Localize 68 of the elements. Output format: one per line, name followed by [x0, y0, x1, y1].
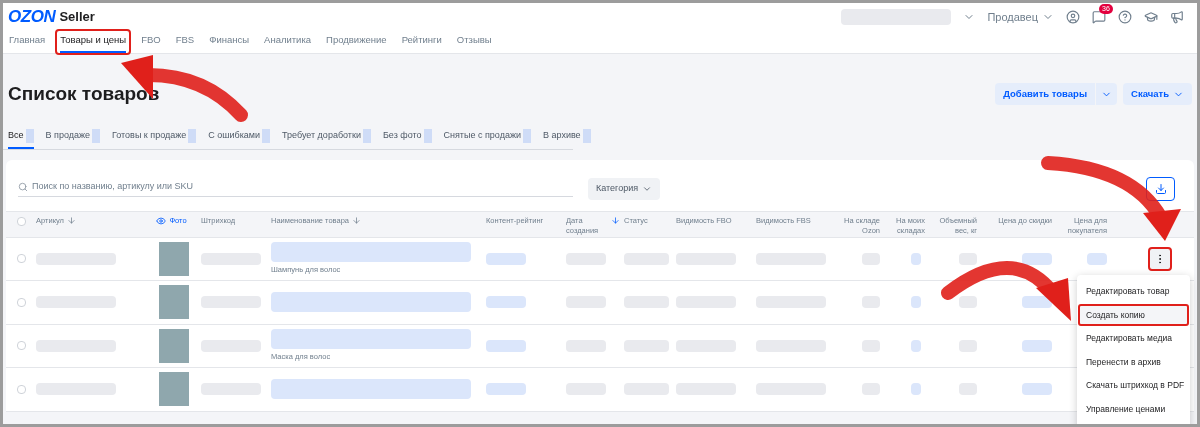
action-button[interactable]: Скачать [1123, 83, 1192, 106]
blurred-content [486, 339, 526, 352]
menu-item[interactable]: Управление ценами [1078, 398, 1189, 420]
nav-tab[interactable]: Аналитика [259, 28, 317, 55]
blurred-content [486, 252, 526, 265]
menu-item[interactable]: Редактировать товар [1078, 280, 1189, 303]
filter-tab[interactable]: С ошибками [208, 128, 271, 149]
blurred-content [911, 252, 921, 265]
filter-tab[interactable]: Требует доработки [282, 128, 371, 149]
category-filter[interactable]: Категория [588, 177, 661, 200]
nav-tab[interactable]: FBO [136, 28, 166, 55]
download-button[interactable] [1146, 176, 1175, 201]
download-icon [1154, 182, 1167, 195]
search-icon [18, 181, 28, 192]
help-icon[interactable] [1118, 10, 1132, 24]
filter-tab[interactable]: Все [8, 128, 34, 149]
blurred-content [959, 296, 977, 309]
nav-tab[interactable]: FBS [170, 28, 200, 55]
chat-icon[interactable] [1092, 10, 1106, 24]
logo[interactable]: OZON [8, 4, 56, 30]
blurred-content [486, 383, 526, 396]
sort-arrow-icon [611, 215, 620, 225]
blurred-content [486, 296, 526, 309]
eye-icon [156, 215, 167, 226]
graduation-cap-icon[interactable] [1144, 10, 1158, 24]
more-button[interactable] [1148, 246, 1172, 271]
photo-placeholder [158, 328, 189, 363]
account-menu[interactable]: Продавец [987, 8, 1054, 26]
nav-tab[interactable]: Главная [4, 28, 51, 55]
row-checkbox[interactable] [16, 384, 26, 394]
select-all-checkbox[interactable] [16, 216, 26, 226]
user-icon[interactable] [1066, 10, 1080, 24]
blurred-content [1022, 383, 1052, 396]
photo-placeholder [158, 285, 189, 320]
row-checkbox[interactable] [16, 297, 26, 307]
filter-tab[interactable]: В архиве [542, 128, 591, 149]
product-name: Seller [59, 8, 95, 27]
action-button[interactable]: Добавить товары [995, 83, 1096, 106]
blurred-content [1087, 252, 1107, 265]
blurred-content [911, 339, 921, 352]
filter-tab[interactable]: Снятые с продажи [443, 128, 531, 149]
blurred-content [1022, 339, 1052, 352]
menu-item[interactable]: Скачать штрихкод в PDF [1078, 374, 1189, 397]
filter-tab[interactable]: Без фото [382, 128, 432, 149]
nav-tab[interactable]: Финансы [204, 28, 255, 55]
nav-tab[interactable]: Отзывы [451, 28, 497, 55]
photo-placeholder [158, 372, 189, 407]
page-title: Список товаров [8, 82, 160, 106]
filter-tab[interactable]: В продаже [45, 128, 100, 149]
nav-tab[interactable]: Товары и цены [55, 28, 132, 55]
menu-item[interactable]: Создать копию [1078, 304, 1189, 326]
sort-arrow-icon [66, 215, 76, 225]
search-field[interactable]: Поиск по названию, артикулу или SKU [32, 179, 573, 194]
row-checkbox[interactable] [16, 254, 26, 264]
row-checkbox[interactable] [16, 341, 26, 351]
photo-placeholder [158, 241, 189, 276]
nav-tab[interactable]: Продвижение [321, 28, 392, 55]
blurred-content [911, 296, 921, 309]
menu-item[interactable]: Редактировать медиа [1078, 327, 1189, 350]
nav-tab[interactable]: Рейтинги [396, 28, 447, 55]
blurred-content [1022, 252, 1052, 265]
sort-arrow-icon [352, 215, 361, 225]
menu-item[interactable]: Перенести в архив [1078, 351, 1189, 373]
blurred-content [911, 383, 921, 396]
megaphone-icon[interactable] [1170, 10, 1184, 24]
blurred-content [1022, 296, 1052, 309]
dropdown-toggle[interactable] [1096, 83, 1118, 106]
filter-tab[interactable]: Готовы к продаже [112, 128, 197, 149]
